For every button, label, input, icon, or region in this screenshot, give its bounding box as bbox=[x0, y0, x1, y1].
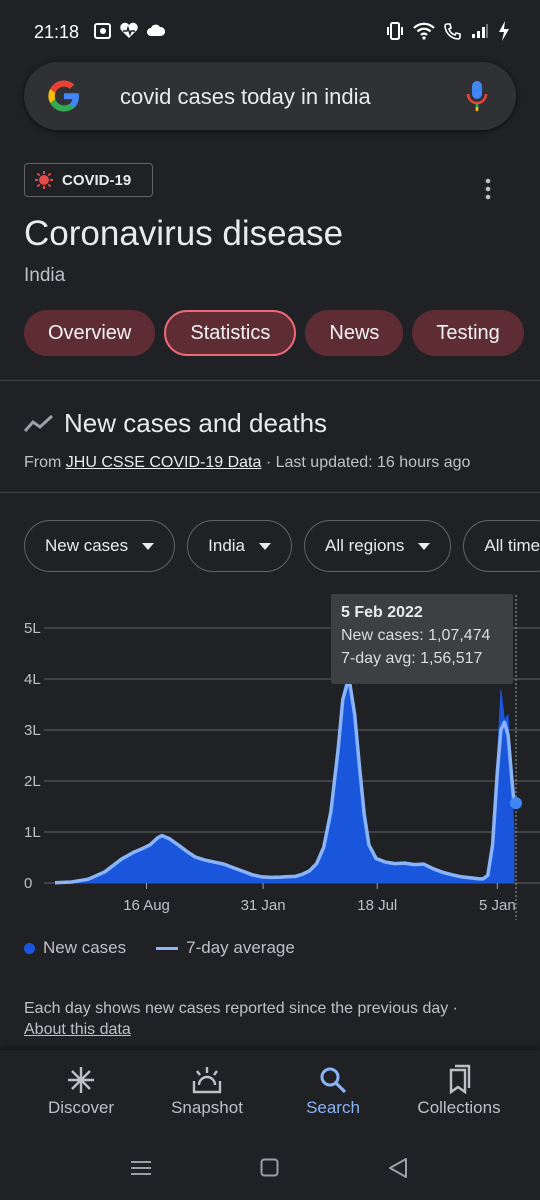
nav-snapshot-label: Snapshot bbox=[171, 1098, 243, 1117]
nav-collections-label: Collections bbox=[417, 1098, 501, 1117]
y-tick-label: 1L bbox=[24, 824, 41, 841]
data-source: From JHU CSSE COVID-19 Data · Last updat… bbox=[24, 454, 470, 472]
nav-search[interactable]: Search bbox=[268, 1062, 398, 1118]
cloud-icon bbox=[147, 24, 166, 36]
signal-icon bbox=[472, 24, 488, 38]
x-tick-label: 5 Jan bbox=[479, 897, 516, 914]
caret-down-icon bbox=[259, 542, 272, 550]
trending-icon bbox=[24, 414, 54, 432]
search-icon bbox=[320, 1067, 347, 1094]
search-query[interactable]: covid cases today in india bbox=[120, 84, 371, 110]
photo-notification-icon bbox=[94, 23, 111, 39]
tooltip-date: 5 Feb 2022 bbox=[341, 604, 423, 621]
tooltip-avg: 7-day avg: 1,56,517 bbox=[341, 650, 483, 667]
back-icon[interactable] bbox=[388, 1157, 408, 1179]
filter-metric-label: New cases bbox=[45, 536, 129, 555]
nav-discover[interactable]: Discover bbox=[16, 1062, 146, 1118]
y-tick-label: 3L bbox=[24, 722, 41, 739]
note-text: Each day shows new cases reported since … bbox=[24, 1000, 449, 1017]
endpoint-marker bbox=[510, 797, 522, 810]
chart-legend: New cases 7-day average bbox=[24, 938, 295, 958]
note-sep: · bbox=[448, 1000, 459, 1017]
region-subtitle: India bbox=[24, 265, 66, 286]
filter-region-label: All regions bbox=[325, 536, 405, 555]
tab-testing[interactable]: Testing bbox=[412, 310, 524, 356]
covid-chip[interactable]: COVID-19 bbox=[24, 163, 153, 197]
filter-region[interactable]: All regions bbox=[304, 520, 452, 572]
source-link[interactable]: JHU CSSE COVID-19 Data bbox=[66, 454, 262, 471]
vibrate-icon bbox=[387, 22, 403, 40]
legend-avg: 7-day average bbox=[186, 938, 295, 957]
google-logo-icon bbox=[48, 80, 79, 112]
system-nav-bar bbox=[0, 1140, 540, 1200]
source-prefix: From bbox=[24, 454, 66, 471]
more-vert-icon[interactable] bbox=[484, 178, 492, 200]
battery-charging-icon bbox=[499, 21, 509, 41]
data-note: Each day shows new cases reported since … bbox=[24, 998, 494, 1040]
y-tick-label: 5L bbox=[24, 620, 41, 637]
caret-down-icon bbox=[142, 542, 155, 550]
collections-icon bbox=[449, 1064, 471, 1095]
x-tick-label: 16 Aug bbox=[123, 897, 170, 914]
x-tick-label: 18 Jul bbox=[357, 897, 397, 914]
divider bbox=[0, 380, 540, 381]
microphone-icon[interactable] bbox=[466, 80, 488, 112]
filter-country-label: India bbox=[208, 536, 246, 555]
asterisk-icon bbox=[68, 1067, 94, 1093]
y-tick-label: 4L bbox=[24, 671, 41, 688]
tab-bar: Overview Statistics News Testing bbox=[24, 310, 524, 356]
nav-snapshot[interactable]: Snapshot bbox=[142, 1062, 272, 1118]
tab-news[interactable]: News bbox=[305, 310, 404, 356]
section-header: New cases and deaths bbox=[24, 408, 327, 439]
y-tick-label: 2L bbox=[24, 773, 41, 790]
y-tick-label: 0 bbox=[24, 875, 32, 892]
filter-time-label: All time bbox=[484, 536, 540, 555]
snapshot-icon bbox=[192, 1067, 222, 1094]
about-data-link[interactable]: About this data bbox=[24, 1021, 131, 1038]
nav-search-label: Search bbox=[306, 1098, 360, 1117]
status-bar: 21:18 bbox=[0, 0, 540, 64]
wifi-call-icon bbox=[444, 23, 461, 40]
nav-collections[interactable]: Collections bbox=[394, 1062, 524, 1118]
page-title: Coronavirus disease bbox=[24, 214, 344, 253]
tooltip-new-cases: New cases: 1,07,474 bbox=[341, 627, 491, 644]
status-time: 21:18 bbox=[34, 22, 80, 42]
avg-line bbox=[54, 681, 516, 885]
x-tick-label: 31 Jan bbox=[241, 897, 286, 914]
heart-pulse-icon bbox=[120, 22, 138, 38]
nav-discover-label: Discover bbox=[47, 1098, 115, 1117]
tab-overview[interactable]: Overview bbox=[24, 310, 156, 356]
wifi-icon bbox=[413, 22, 435, 40]
caret-down-icon bbox=[418, 542, 431, 550]
tab-statistics[interactable]: Statistics bbox=[164, 310, 297, 356]
legend-avg-swatch bbox=[156, 946, 179, 950]
filter-metric[interactable]: New cases bbox=[24, 520, 176, 572]
section-title: New cases and deaths bbox=[64, 408, 328, 438]
chart-tooltip: 5 Feb 2022 New cases: 1,07,474 7-day avg… bbox=[331, 594, 513, 684]
filter-row: New cases India All regions All time bbox=[24, 520, 540, 572]
legend-new-cases: New cases bbox=[43, 938, 127, 957]
legend-new-cases-swatch bbox=[24, 942, 35, 954]
filter-country[interactable]: India bbox=[187, 520, 293, 572]
virus-icon bbox=[35, 171, 53, 189]
divider bbox=[0, 492, 540, 493]
search-bar[interactable]: covid cases today in india bbox=[24, 62, 516, 130]
bottom-nav: Discover Snapshot Search Collections bbox=[0, 1050, 540, 1140]
new-cases-area bbox=[54, 672, 515, 884]
source-suffix: · Last updated: 16 hours ago bbox=[261, 454, 471, 471]
recents-menu-icon[interactable] bbox=[131, 1159, 151, 1177]
filter-time[interactable]: All time bbox=[463, 520, 540, 572]
home-icon[interactable] bbox=[260, 1158, 279, 1177]
covid-chip-label: COVID-19 bbox=[62, 171, 132, 189]
